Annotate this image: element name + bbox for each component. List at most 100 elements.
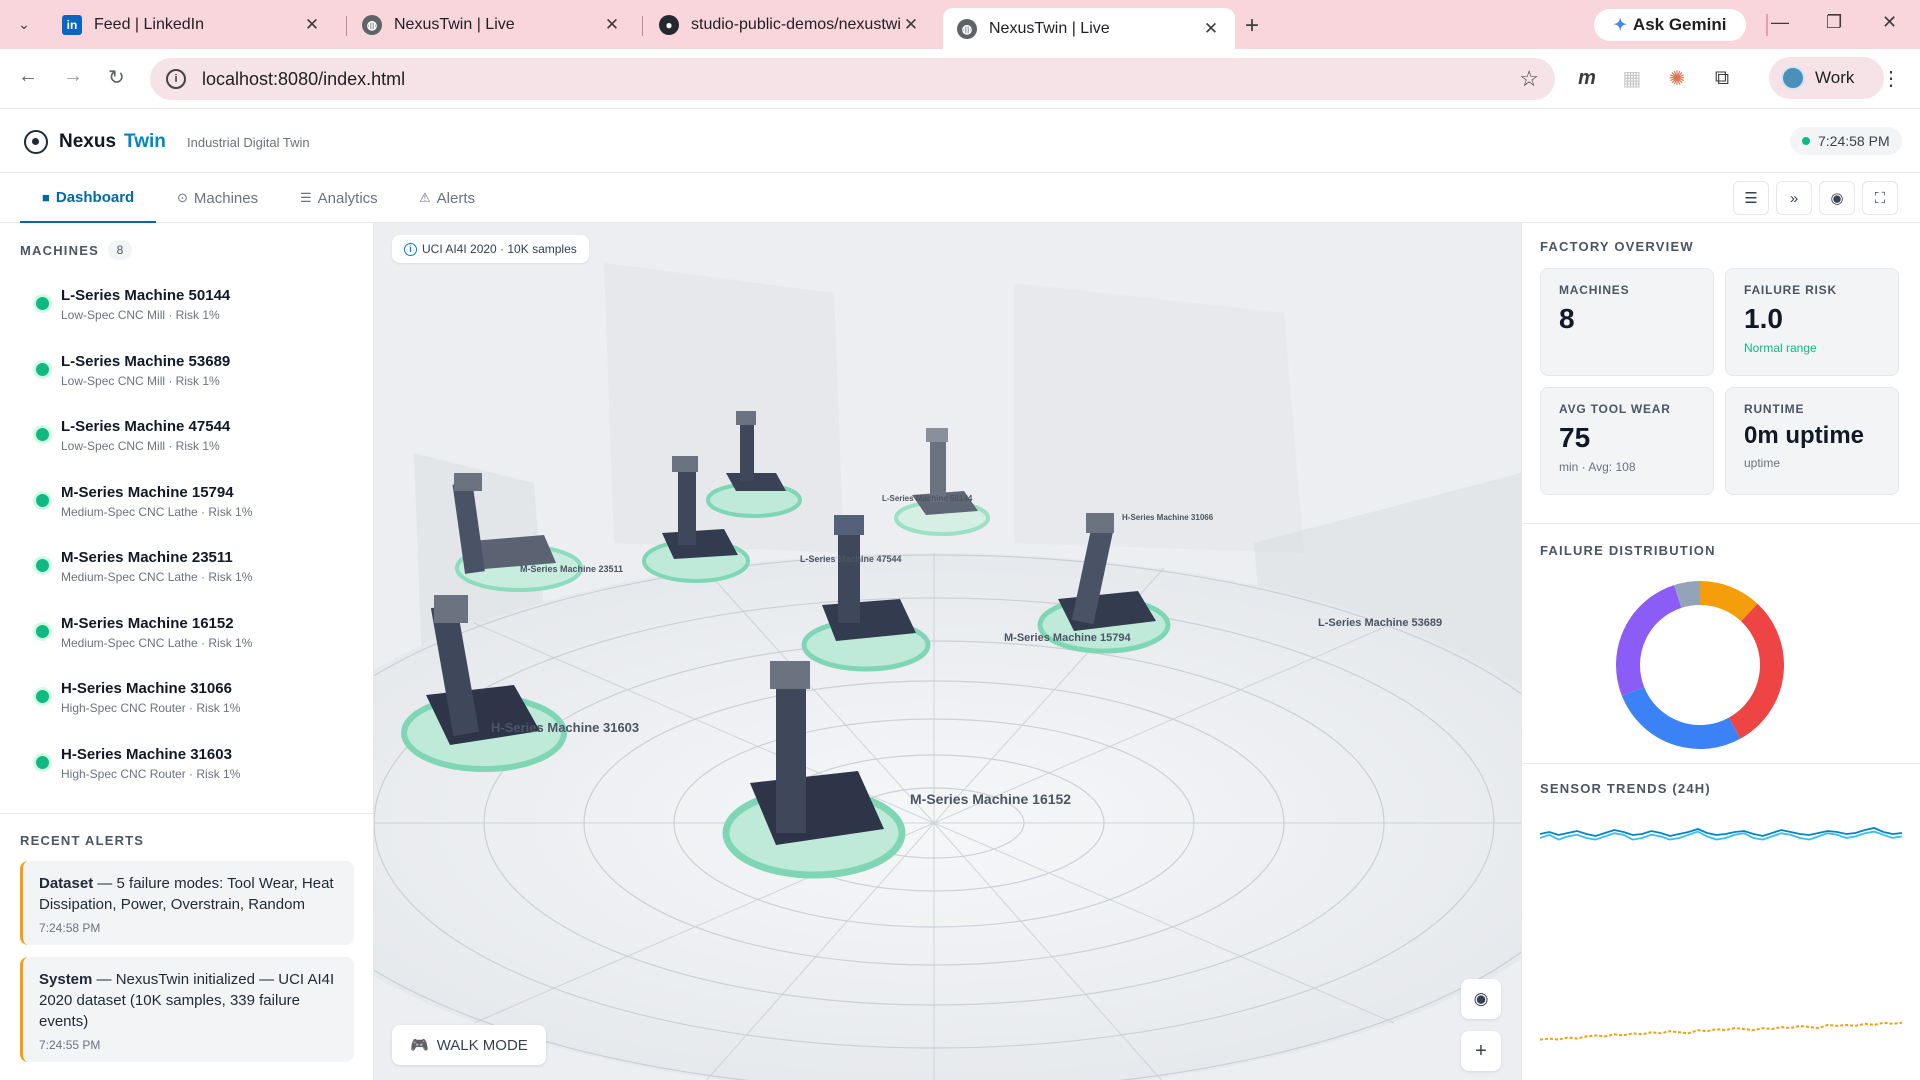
status-dot [36, 428, 49, 441]
browser-menu-icon[interactable]: ⋮ [1876, 63, 1906, 93]
sensor-trend-line-2 [1539, 1021, 1903, 1041]
factory-overview-title: FACTORY OVERVIEW [1540, 239, 1694, 254]
profile-label: Work [1815, 68, 1855, 87]
stat-value: 0m uptime [1744, 422, 1865, 449]
status-dot [36, 690, 49, 703]
close-icon[interactable]: ✕ [602, 15, 622, 35]
site-info-icon[interactable]: i [166, 69, 186, 89]
machine-list-item[interactable]: M-Series Machine 16152 Medium-Spec CNC L… [20, 605, 360, 665]
dataset-badge: i UCI AI4I 2020 · 10K samples [392, 235, 589, 263]
machine-3d-label[interactable]: L-Series Machine 50144 [882, 494, 972, 503]
toggle-sidebar-button[interactable]: ☰ [1733, 181, 1769, 215]
close-icon[interactable]: ✕ [1201, 19, 1221, 39]
status-dot [36, 756, 49, 769]
sidebar-divider [0, 813, 374, 814]
machine-meta: Medium-Spec CNC Lathe · Risk 1% [61, 570, 253, 584]
status-dot [36, 297, 49, 310]
recenter-camera-button[interactable]: ◉ [1461, 979, 1501, 1019]
minimize-icon[interactable]: — [1771, 12, 1789, 33]
warning-icon: ⚠ [419, 190, 431, 205]
extension-puzzle-gray-icon[interactable]: ▦ [1617, 63, 1647, 93]
fullscreen-button[interactable]: ⛶ [1862, 181, 1898, 215]
close-icon[interactable]: ✕ [901, 15, 921, 35]
reload-icon[interactable]: ↻ [108, 65, 125, 90]
back-arrow-icon[interactable]: ← [18, 65, 38, 88]
url-omnibox[interactable]: i localhost:8080/index.html ☆ [150, 58, 1555, 100]
machine-meta: Medium-Spec CNC Lathe · Risk 1% [61, 505, 253, 519]
status-dot [36, 559, 49, 572]
extensions-puzzle-icon[interactable]: ⧉ [1707, 63, 1737, 93]
machine-meta: Low-Spec CNC Mill · Risk 1% [61, 308, 220, 322]
machine-meta: Low-Spec CNC Mill · Risk 1% [61, 439, 220, 453]
profile-button[interactable]: Work [1769, 57, 1884, 99]
linkedin-icon: in [62, 14, 82, 35]
machine-3d-label[interactable]: M-Series Machine 16152 [910, 791, 1071, 807]
machine-list-item[interactable]: M-Series Machine 15794 Medium-Spec CNC L… [20, 474, 360, 534]
forward-arrow-icon[interactable]: → [63, 65, 83, 88]
machine-list-item[interactable]: L-Series Machine 53689 Low-Spec CNC Mill… [20, 343, 360, 403]
panel-divider [1522, 763, 1920, 764]
browser-tab-nexustwin-active[interactable]: ◍ NexusTwin | Live ✕ [943, 8, 1235, 49]
tab-separator [346, 16, 347, 36]
machine-3d-label[interactable]: H-Series Machine 31066 [1122, 513, 1213, 522]
alert-time: 7:24:55 PM [39, 1038, 101, 1052]
main-nav-tabs: ■ Dashboard ⊙ Machines ☰ Analytics ⚠ Ale… [0, 173, 1920, 223]
stat-value: 1.0 [1744, 303, 1783, 334]
tab-dashboard[interactable]: ■ Dashboard [20, 173, 157, 223]
brand-name-nexus: Nexus [59, 131, 117, 152]
stat-label: FAILURE RISK [1744, 283, 1837, 297]
stat-card-runtime: RUNTIME 0m uptime uptime [1725, 387, 1899, 495]
collapse-panel-button[interactable]: » [1776, 181, 1812, 215]
plus-icon: + [1475, 1039, 1487, 1062]
browser-tab-strip: ⌄ in Feed | LinkedIn ✕ ◍ NexusTwin | Liv… [0, 0, 1920, 49]
machine-list-item[interactable]: H-Series Machine 31066 High-Spec CNC Rou… [20, 670, 360, 730]
donut-segment-4 [1674, 581, 1701, 609]
tab-label: Analytics [317, 189, 378, 207]
tab-machines[interactable]: ⊙ Machines [155, 173, 280, 223]
tab-title: NexusTwin | Live [394, 15, 515, 33]
live-clock: 7:24:58 PM [1790, 127, 1902, 155]
machine-3d-label[interactable]: M-Series Machine 15794 [1004, 632, 1131, 644]
machine-list-item[interactable]: L-Series Machine 47544 Low-Spec CNC Mill… [20, 408, 360, 468]
tab-title: studio-public-demos/nexustwin [691, 15, 901, 33]
factory-3d-viewport[interactable]: i UCI AI4I 2020 · 10K samples L-Series M… [374, 223, 1521, 1080]
status-dot [36, 625, 49, 638]
new-tab-plus-icon[interactable]: + [1245, 12, 1259, 40]
browser-tab-linkedin[interactable]: in Feed | LinkedIn ✕ [48, 8, 336, 41]
alert-card[interactable]: Dataset — 5 failure modes: Tool Wear, He… [20, 861, 354, 945]
avatar [1781, 66, 1805, 90]
stat-value: 8 [1559, 303, 1575, 334]
url-text[interactable]: localhost:8080/index.html [202, 69, 1519, 90]
tab-alerts[interactable]: ⚠ Alerts [397, 173, 497, 223]
tab-analytics[interactable]: ☰ Analytics [278, 173, 400, 223]
machine-list-item[interactable]: H-Series Machine 31603 High-Spec CNC Rou… [20, 736, 360, 796]
app-header: Nexus Twin Industrial Digital Twin 7:24:… [0, 109, 1920, 173]
walk-mode-button[interactable]: 🎮 WALK MODE [392, 1025, 546, 1065]
window-close-icon[interactable]: ✕ [1882, 12, 1897, 33]
machine-list-item[interactable]: L-Series Machine 50144 Low-Spec CNC Mill… [20, 277, 360, 337]
machine-list-item[interactable]: M-Series Machine 23511 Medium-Spec CNC L… [20, 539, 360, 599]
recenter-button[interactable]: ◉ [1819, 181, 1855, 215]
tab-search-chevron-icon[interactable]: ⌄ [10, 10, 38, 38]
machine-name: L-Series Machine 50144 [61, 287, 231, 304]
ask-gemini-button[interactable]: ✦ Ask Gemini [1594, 9, 1746, 41]
gemini-sparkle-icon: ✦ [1613, 17, 1627, 34]
machine-3d-label[interactable]: H-Series Machine 31603 [491, 720, 639, 735]
close-icon[interactable]: ✕ [302, 15, 322, 35]
zoom-in-button[interactable]: + [1461, 1031, 1501, 1071]
bookmark-star-icon[interactable]: ☆ [1519, 66, 1539, 92]
browser-tab-nexustwin[interactable]: ◍ NexusTwin | Live ✕ [348, 8, 636, 41]
restore-icon[interactable]: ❐ [1826, 12, 1842, 33]
machine-name: H-Series Machine 31603 [61, 746, 232, 763]
machine-3d-label[interactable]: M-Series Machine 23511 [520, 564, 623, 574]
machine-3d-label[interactable]: L-Series Machine 47544 [800, 554, 902, 564]
list-icon: ☰ [1744, 190, 1758, 207]
globe-icon: ◍ [957, 18, 977, 39]
machine-3d-label[interactable]: L-Series Machine 53689 [1318, 617, 1442, 629]
info-icon: i [404, 242, 417, 256]
alert-card[interactable]: System — NexusTwin initialized — UCI AI4… [20, 957, 354, 1062]
extension-sunburst-icon[interactable]: ✺ [1662, 63, 1692, 93]
browser-tab-github[interactable]: ● studio-public-demos/nexustwin ✕ [645, 8, 935, 41]
dataset-label: UCI AI4I 2020 · 10K samples [422, 242, 577, 256]
extension-m-icon[interactable]: m [1572, 63, 1602, 93]
